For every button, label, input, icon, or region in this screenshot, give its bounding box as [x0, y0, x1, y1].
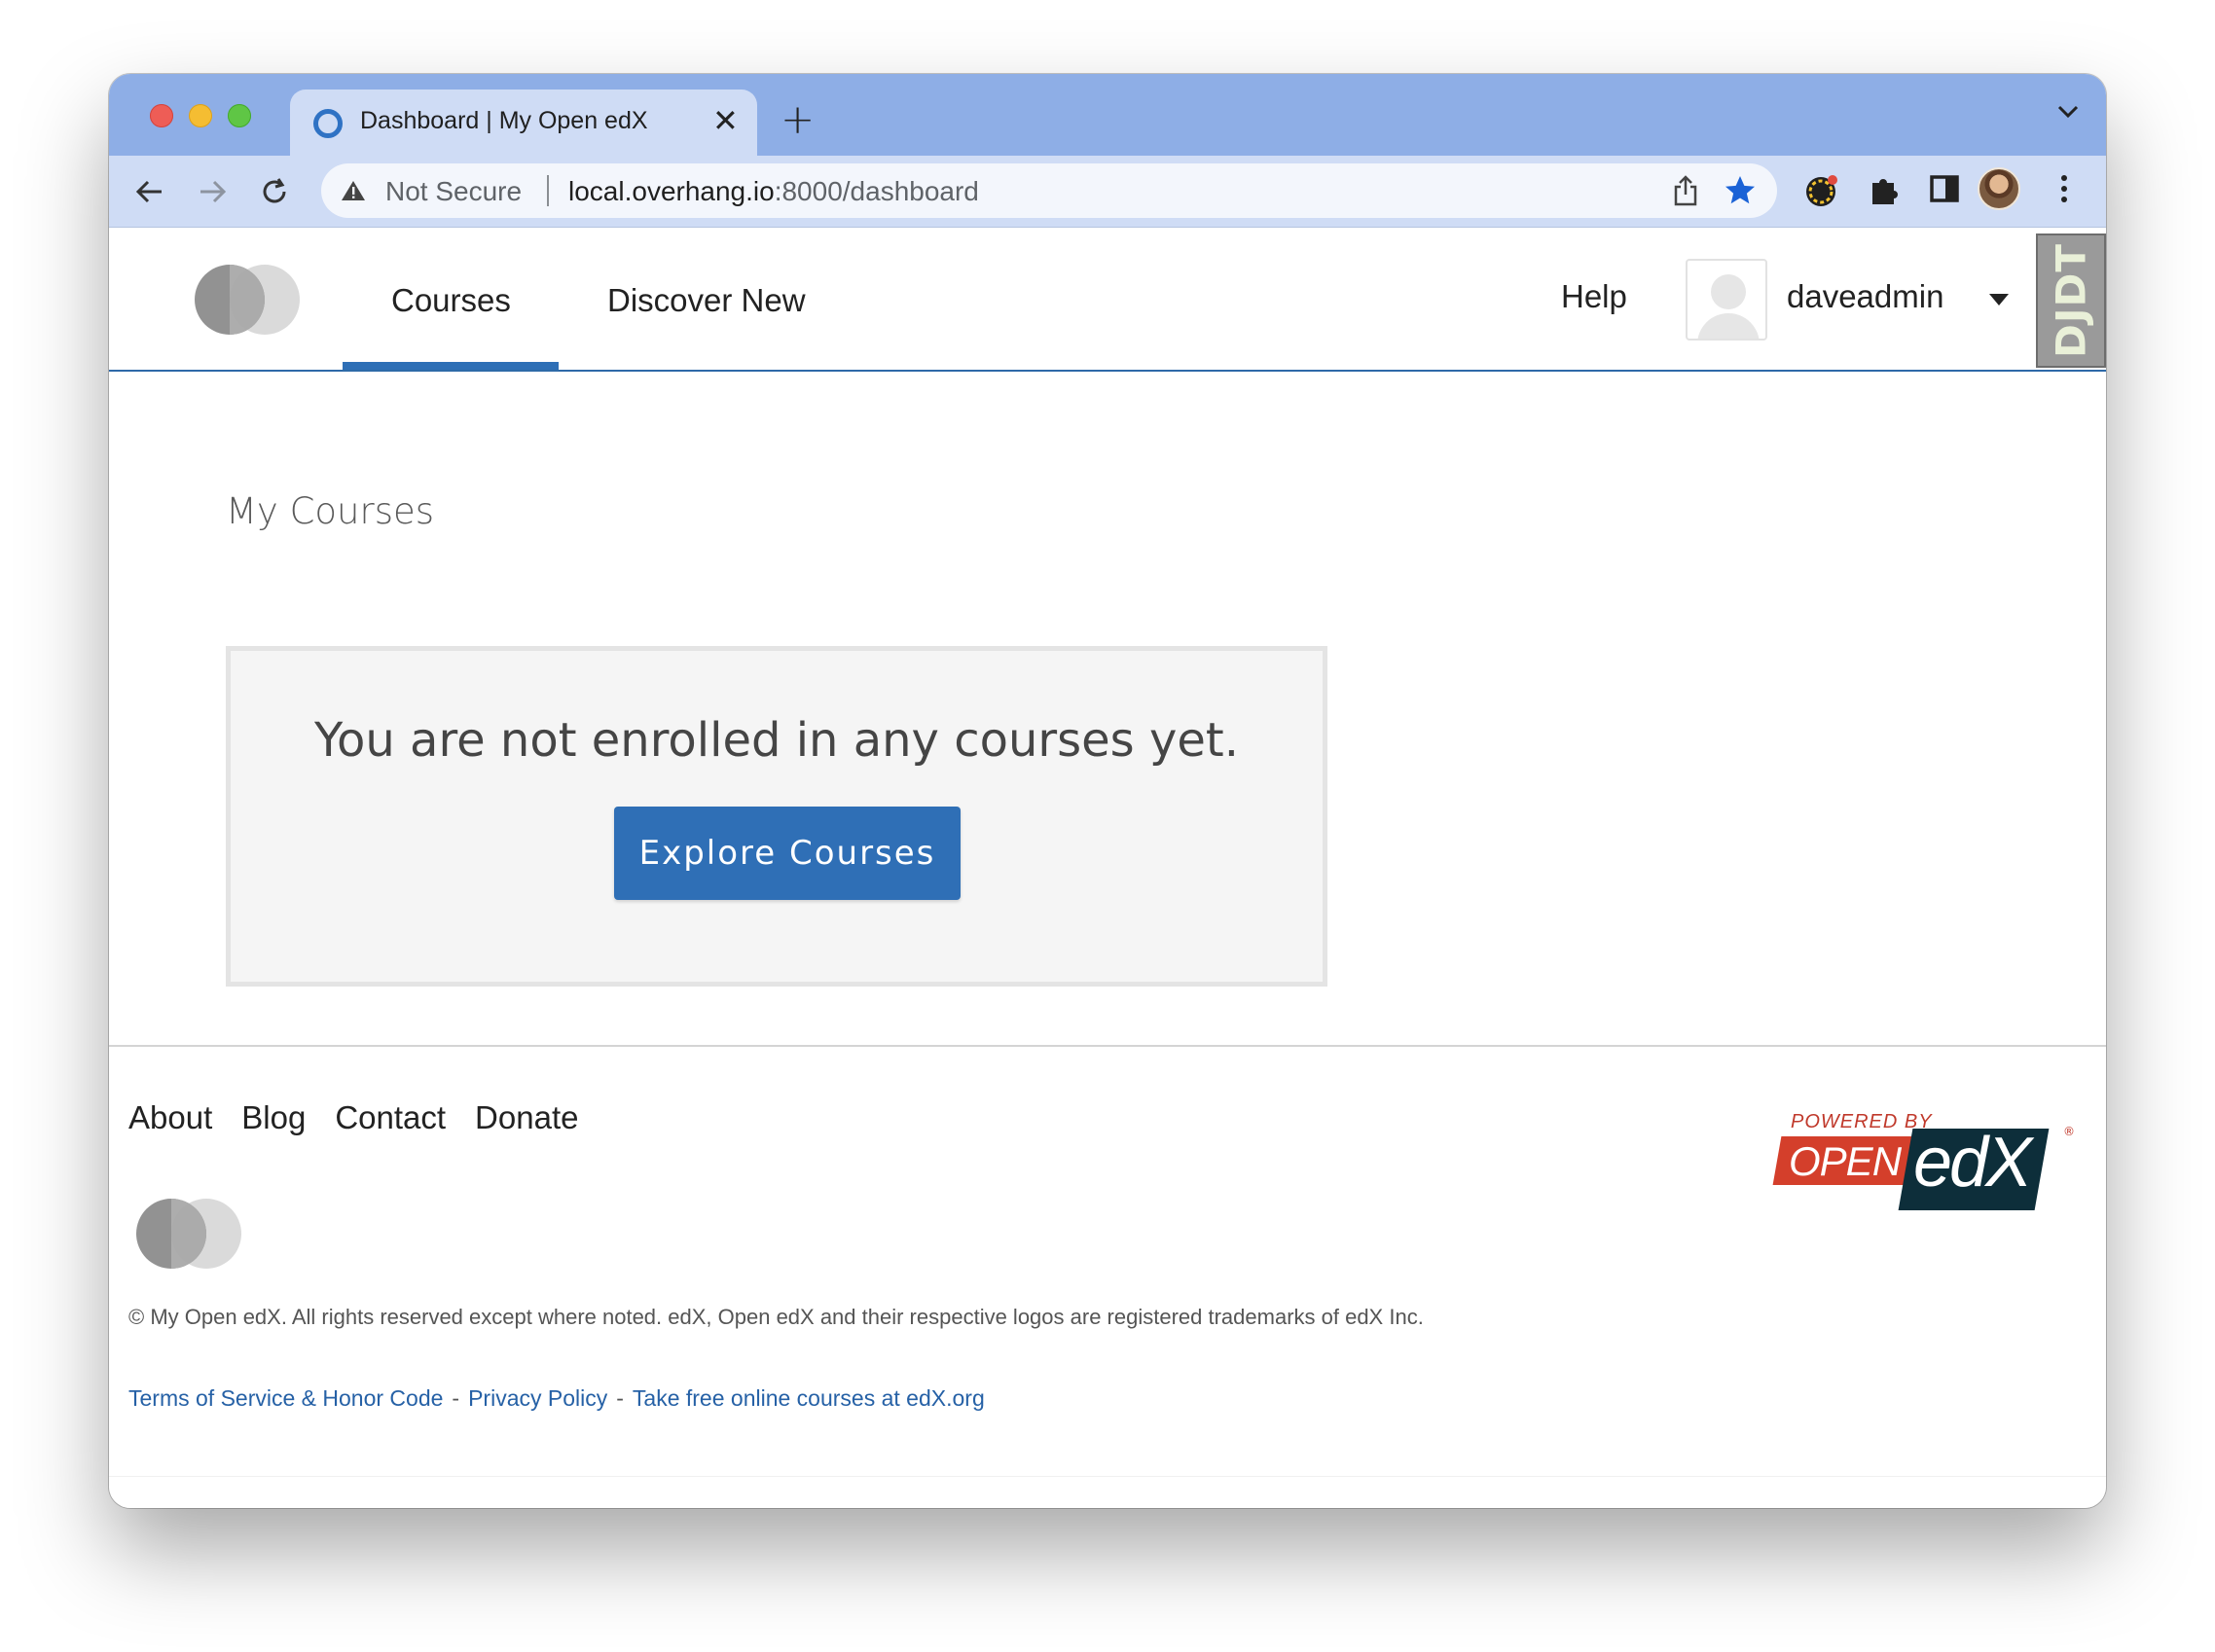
powered-by-open-edx-logo[interactable]: POWERED BY OPEN edX ® — [1772, 1111, 2081, 1218]
terms-link[interactable]: Terms of Service & Honor Code — [128, 1385, 443, 1411]
reload-icon[interactable] — [259, 176, 290, 207]
help-link[interactable]: Help — [1561, 278, 1627, 315]
warning-icon[interactable] — [341, 179, 366, 202]
footer-link-donate[interactable]: Donate — [475, 1099, 578, 1136]
legal-links: Terms of Service & Honor Code - Privacy Po… — [128, 1385, 985, 1411]
copyright-text: © My Open edX. All rights reserved excep… — [128, 1305, 1424, 1329]
footer-logo[interactable] — [136, 1199, 243, 1269]
address-bar[interactable]: Not Secure local.overhang.io:8000/dashbo… — [321, 163, 1777, 218]
browser-toolbar: Not Secure local.overhang.io:8000/dashbo… — [109, 156, 2106, 228]
user-avatar[interactable] — [1686, 259, 1767, 341]
url-text[interactable]: local.overhang.io:8000/dashboard — [568, 176, 979, 207]
site-header: Courses Discover New Help daveadmin DJDT — [109, 228, 2106, 372]
browser-window: Dashboard | My Open edX ✕ + Not Secure l… — [109, 74, 2106, 1508]
explore-courses-button[interactable]: Explore Courses — [614, 807, 961, 900]
site-logo[interactable] — [195, 265, 302, 335]
edx-org-link[interactable]: Take free online courses at edX.org — [633, 1385, 985, 1411]
tab-strip: Dashboard | My Open edX ✕ + — [109, 74, 2106, 156]
sidebar-icon[interactable] — [1929, 173, 1960, 204]
close-icon[interactable]: ✕ — [712, 102, 739, 139]
nav-discover-new[interactable]: Discover New — [607, 282, 806, 319]
empty-courses-panel: You are not enrolled in any courses yet.… — [226, 646, 1327, 987]
footer-link-blog[interactable]: Blog — [241, 1099, 306, 1136]
kebab-menu-icon[interactable] — [2059, 173, 2069, 204]
privacy-link[interactable]: Privacy Policy — [468, 1385, 607, 1411]
favicon-icon — [313, 109, 343, 138]
url-host: local.overhang.io — [568, 176, 775, 206]
back-icon[interactable] — [134, 176, 165, 207]
extension-icon[interactable] — [1804, 173, 1839, 208]
close-window-button[interactable] — [150, 104, 173, 127]
registered-mark: ® — [2063, 1125, 2075, 1138]
djdt-label: DJDT — [2047, 242, 2095, 359]
browser-tab[interactable]: Dashboard | My Open edX ✕ — [290, 90, 757, 156]
security-label[interactable]: Not Secure — [385, 176, 522, 207]
site-footer: About Blog Contact Donate © My Open edX.… — [109, 1045, 2106, 1477]
star-icon[interactable] — [1723, 173, 1758, 208]
footer-link-about[interactable]: About — [128, 1099, 212, 1136]
nav-courses[interactable]: Courses — [391, 282, 511, 319]
omnibox-divider — [547, 175, 549, 206]
share-icon[interactable] — [1672, 175, 1699, 206]
caret-down-icon[interactable] — [1989, 294, 2009, 305]
username[interactable]: daveadmin — [1787, 278, 1943, 315]
minimize-window-button[interactable] — [189, 104, 212, 127]
footer-link-contact[interactable]: Contact — [335, 1099, 446, 1136]
zoom-window-button[interactable] — [228, 104, 251, 127]
tab-title: Dashboard | My Open edX — [360, 107, 648, 134]
chevron-down-icon[interactable] — [2057, 105, 2079, 119]
nav-active-indicator — [343, 362, 559, 370]
django-debug-toolbar-handle[interactable]: DJDT — [2036, 233, 2106, 368]
powered-by-label: POWERED BY — [1791, 1111, 1933, 1132]
forward-icon[interactable] — [197, 176, 228, 207]
puzzle-icon[interactable] — [1869, 173, 1900, 206]
url-path: :8000/dashboard — [774, 176, 979, 206]
brand-edx: edX — [1913, 1124, 2032, 1202]
profile-avatar[interactable] — [1978, 167, 2020, 210]
section-title: My Courses — [226, 490, 435, 532]
empty-message: You are not enrolled in any courses yet. — [314, 713, 1239, 768]
brand-open: OPEN — [1789, 1138, 1902, 1184]
plus-icon[interactable]: + — [781, 95, 815, 143]
footer-nav: About Blog Contact Donate — [128, 1099, 578, 1136]
page-content: Courses Discover New Help daveadmin DJDT… — [109, 228, 2106, 1508]
